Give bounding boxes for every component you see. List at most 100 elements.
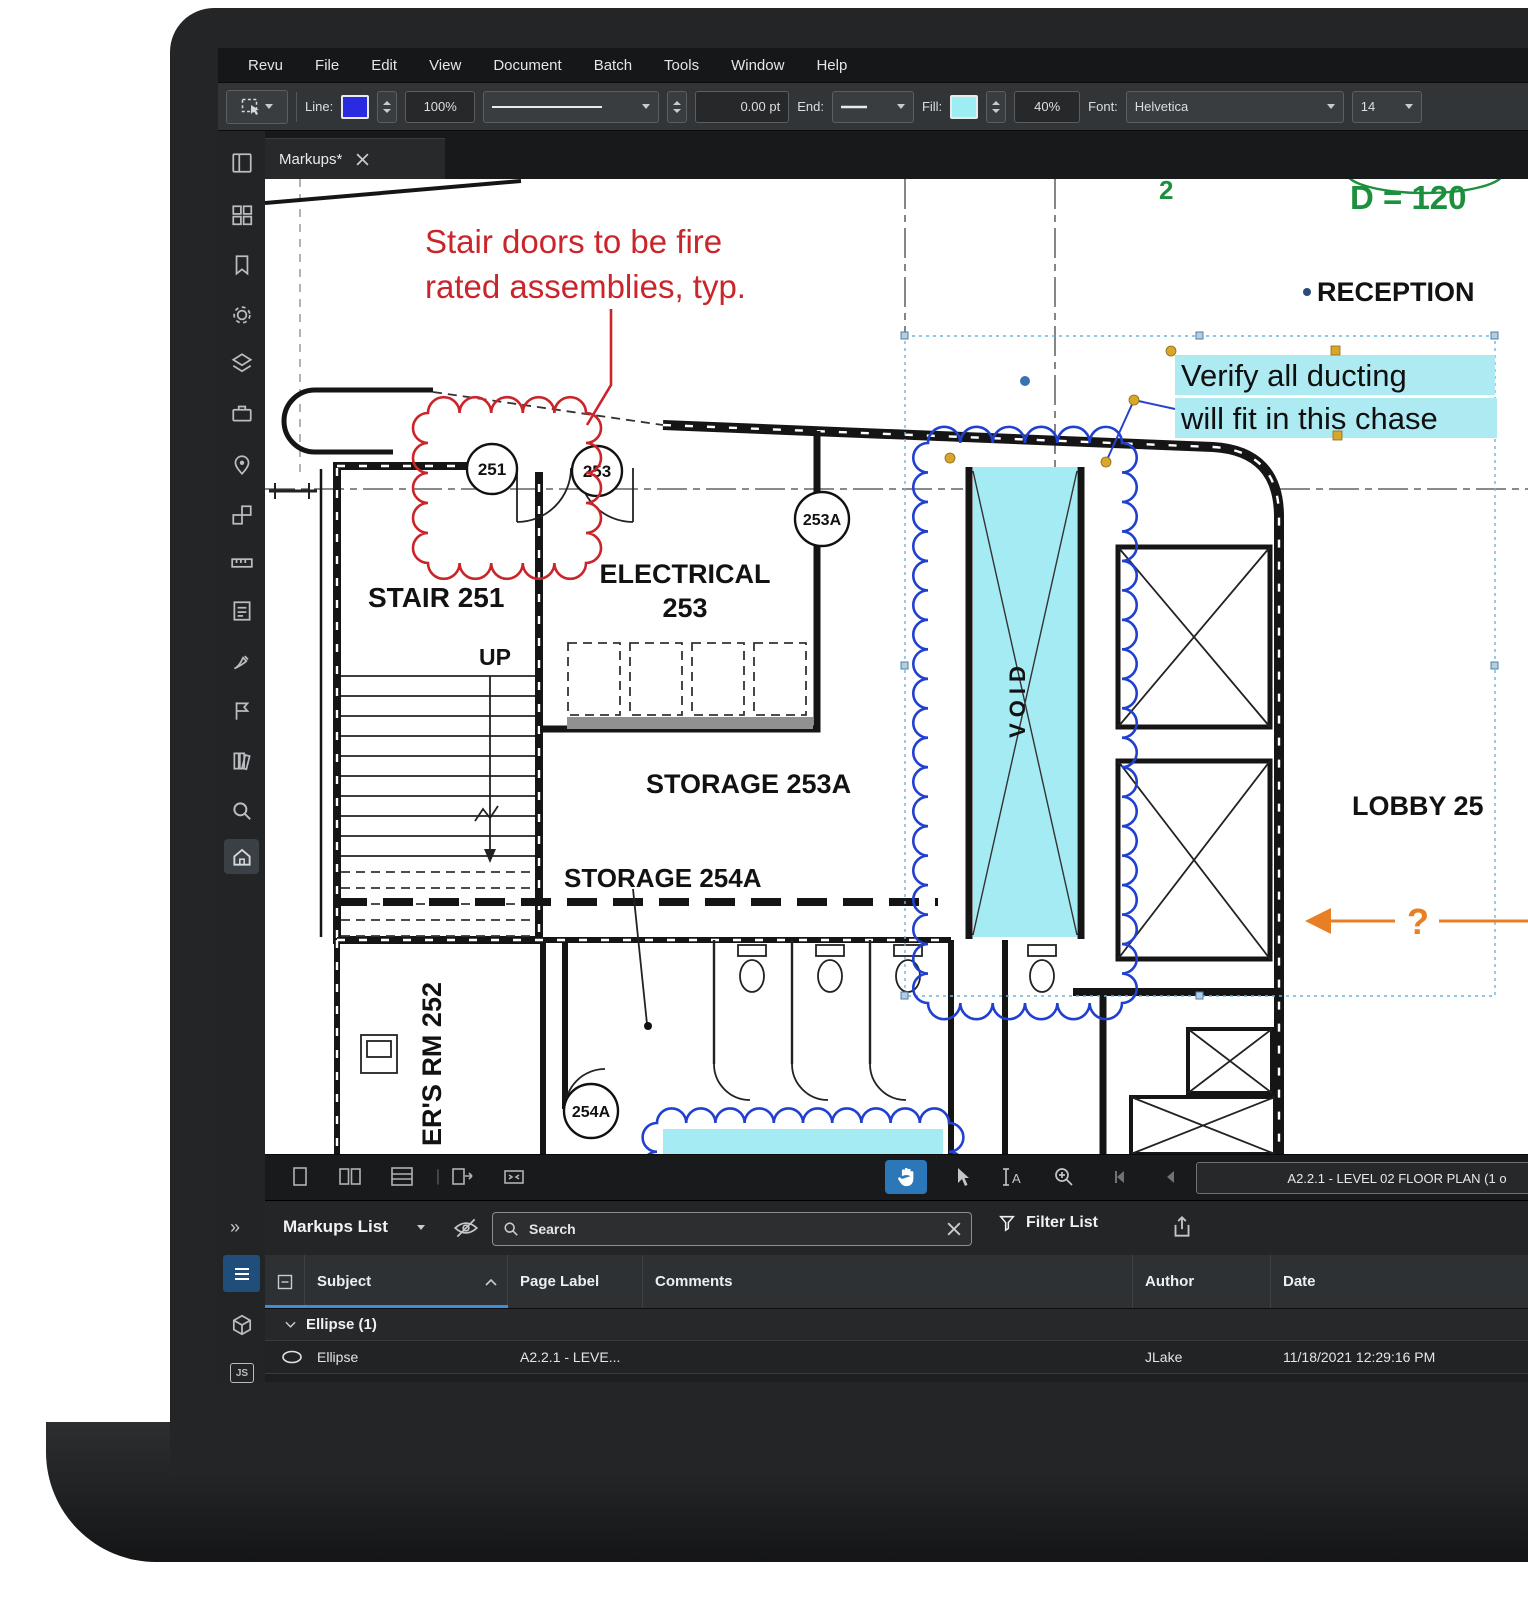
first-page-button[interactable] <box>1105 1163 1135 1191</box>
menu-item-help[interactable]: Help <box>800 57 863 74</box>
markups-search-box[interactable] <box>492 1212 972 1246</box>
svg-text:A: A <box>1012 1171 1021 1186</box>
markups-summary-icon[interactable] <box>230 599 254 623</box>
search-icon[interactable] <box>230 799 254 823</box>
3d-model-tool-selected[interactable] <box>224 839 259 874</box>
green-dimension-markup[interactable]: D = 120 2 <box>1159 179 1503 216</box>
clear-search-icon[interactable] <box>947 1222 961 1236</box>
svg-text:254A: 254A <box>572 1104 611 1121</box>
chevron-down-icon[interactable] <box>285 1321 296 1329</box>
orange-arrow-markup[interactable]: ? <box>1305 901 1528 942</box>
markup-row-ellipse[interactable]: Ellipse A2.2.1 - LEVE... JLake 11/18/202… <box>265 1341 1528 1374</box>
svg-text:STAIR 251: STAIR 251 <box>368 582 504 613</box>
end-style-combo[interactable] <box>832 91 914 123</box>
file-panels-icon[interactable] <box>230 151 254 175</box>
spaces-pin-icon[interactable] <box>230 453 254 477</box>
line-opacity-value[interactable]: 100% <box>405 91 475 123</box>
line-style-preview <box>492 104 602 110</box>
select-cursor-tool[interactable] <box>947 1163 977 1191</box>
collapse-all-icon <box>277 1274 293 1290</box>
split-view-icon[interactable] <box>335 1163 365 1191</box>
group-row-ellipse[interactable]: Ellipse (1) <box>265 1309 1528 1341</box>
font-combo[interactable]: Helvetica <box>1126 91 1344 123</box>
fill-opacity-value[interactable]: 40% <box>1014 91 1080 123</box>
signature-pen-icon[interactable] <box>230 649 254 673</box>
markups-list-title[interactable]: Markups List <box>283 1217 388 1237</box>
studio-sessions-icon[interactable] <box>230 749 254 773</box>
chevron-down-icon <box>897 104 905 109</box>
previous-page-button[interactable] <box>1155 1163 1185 1191</box>
svg-text:rated assemblies, typ.: rated assemblies, typ. <box>425 268 746 305</box>
menu-item-document[interactable]: Document <box>477 57 577 74</box>
column-page-label[interactable]: Page Label <box>508 1255 643 1308</box>
zoom-tool[interactable] <box>1049 1163 1079 1191</box>
font-size-combo[interactable]: 14 <box>1352 91 1422 123</box>
fit-page-icon[interactable] <box>499 1163 529 1191</box>
column-author-label: Author <box>1145 1273 1194 1290</box>
select-text-tool[interactable]: A <box>997 1163 1027 1191</box>
column-subject[interactable]: Subject <box>305 1255 508 1308</box>
page-label-box[interactable]: A2.2.1 - LEVEL 02 FLOOR PLAN (1 o <box>1196 1162 1528 1194</box>
column-date[interactable]: Date <box>1271 1255 1528 1308</box>
bookmarks-icon[interactable] <box>230 253 254 277</box>
column-author[interactable]: Author <box>1133 1255 1271 1308</box>
menu-item-file[interactable]: File <box>299 57 355 74</box>
links-icon[interactable] <box>230 503 254 527</box>
svg-text:251: 251 <box>478 460 506 479</box>
export-share-icon[interactable] <box>1170 1214 1194 1240</box>
search-input[interactable] <box>527 1220 939 1238</box>
menu-bar: Revu File Edit View Document Batch Tools… <box>218 48 1528 83</box>
red-cloud-markup[interactable]: Stair doors to be fire rated assemblies,… <box>413 223 746 579</box>
markups-list-panel-button-selected[interactable] <box>223 1255 260 1292</box>
svg-text:ER'S RM 252: ER'S RM 252 <box>417 982 447 1146</box>
javascript-panel-icon[interactable]: JS <box>230 1363 254 1383</box>
row-comments <box>643 1341 1133 1373</box>
tool-chest-icon[interactable] <box>230 401 254 425</box>
markups-table-header: Subject Page Label Comments Author Date <box>265 1255 1528 1309</box>
chevron-down-icon <box>1327 104 1335 109</box>
row-page-label: A2.2.1 - LEVE... <box>508 1341 643 1373</box>
line-width-stepper[interactable] <box>667 91 687 123</box>
line-opacity-stepper[interactable] <box>377 91 397 123</box>
line-color-swatch[interactable] <box>341 95 369 119</box>
3d-panel-cube-icon[interactable] <box>230 1313 254 1337</box>
svg-text:?: ? <box>1407 901 1429 942</box>
column-comments[interactable]: Comments <box>643 1255 1133 1308</box>
flag-icon[interactable] <box>230 699 254 723</box>
single-page-view-icon[interactable] <box>285 1163 315 1191</box>
pan-hand-tool-selected[interactable] <box>885 1160 927 1194</box>
settings-gear-icon[interactable] <box>230 303 254 327</box>
floor-plan-canvas[interactable]: STAIR 251 UP ELECTRICAL 253 STORAGE 253A… <box>265 179 1528 1154</box>
svg-text:Verify all ducting: Verify all ducting <box>1181 358 1407 393</box>
menu-item-view[interactable]: View <box>413 57 477 74</box>
font-label: Font: <box>1088 99 1118 114</box>
canvas-bottom-toolbar: | A A2.2.1 - LEVEL 02 FLOOR PLAN (1 o <box>265 1154 1528 1200</box>
menu-item-batch[interactable]: Batch <box>578 57 648 74</box>
fill-opacity-stepper[interactable] <box>986 91 1006 123</box>
column-page-label-text: Page Label <box>520 1273 599 1290</box>
expand-panel-button[interactable]: » <box>230 1217 254 1241</box>
export-page-icon[interactable] <box>447 1163 477 1191</box>
fill-color-swatch[interactable] <box>950 95 978 119</box>
line-width-value[interactable]: 0.00 pt <box>695 91 789 123</box>
tab-markups[interactable]: Markups* <box>265 138 445 179</box>
measurements-ruler-icon[interactable] <box>230 551 254 575</box>
hide-markups-eye-slash-icon[interactable] <box>453 1216 479 1240</box>
filter-list-button[interactable]: Filter List <box>998 1214 1098 1232</box>
collapse-all-cell[interactable] <box>265 1255 305 1308</box>
line-style-combo[interactable] <box>483 91 659 123</box>
layers-icon[interactable] <box>230 351 254 375</box>
bottom-cloud-markup[interactable] <box>643 1108 964 1154</box>
select-tool-button[interactable] <box>226 90 288 124</box>
menu-item-tools[interactable]: Tools <box>648 57 715 74</box>
chevron-down-icon[interactable] <box>417 1225 425 1230</box>
svg-text:253A: 253A <box>803 512 842 529</box>
column-comments-label: Comments <box>655 1273 733 1290</box>
storage-leader-dot <box>644 1022 652 1030</box>
thumbnails-icon[interactable] <box>230 203 254 227</box>
menu-item-window[interactable]: Window <box>715 57 800 74</box>
close-icon[interactable] <box>356 153 369 166</box>
menu-item-revu[interactable]: Revu <box>232 57 299 74</box>
multi-page-view-icon[interactable] <box>387 1163 417 1191</box>
menu-item-edit[interactable]: Edit <box>355 57 413 74</box>
